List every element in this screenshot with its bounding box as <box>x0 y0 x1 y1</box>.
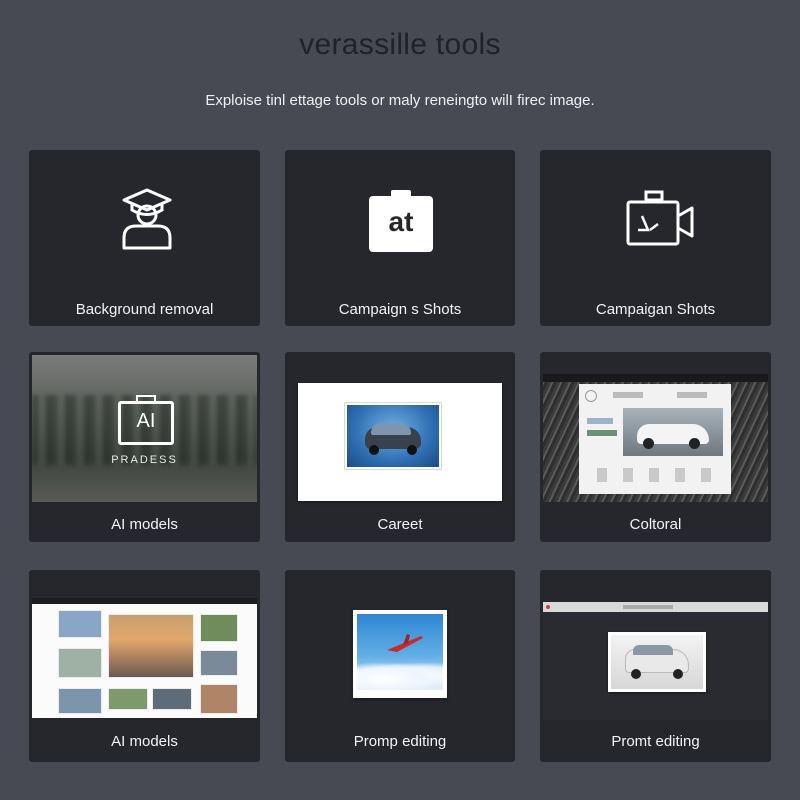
tool-card-campaigan-shots[interactable]: Campaigan Shots <box>540 150 771 326</box>
tool-card-label: Background removal <box>75 301 214 318</box>
ai-camera-icon: AI <box>118 395 174 445</box>
suv-photo-thumbnail <box>543 602 768 720</box>
tools-page: verassille tools Exploise tinl ettage to… <box>0 0 800 800</box>
person-graduate-icon <box>122 188 172 250</box>
ai-camera-icon-text: AI <box>136 410 156 432</box>
tool-card-promt-editing[interactable]: Promt editing <box>540 570 771 762</box>
tool-card-ai-models-gallery[interactable]: AI models <box>29 570 260 762</box>
tool-card-careet[interactable]: Careet <box>285 352 515 542</box>
tool-card-background-removal[interactable]: Background removal <box>29 150 260 326</box>
airplane-photo-thumbnail <box>353 610 447 698</box>
tool-card-promp-editing[interactable]: Promp editing <box>285 570 515 762</box>
tool-card-label: Campaign s Shots <box>338 301 462 318</box>
tool-card-label: Promp editing <box>353 733 447 750</box>
tool-card-label: Coltoral <box>629 516 682 533</box>
tool-card-label: AI models <box>111 516 178 533</box>
video-camera-icon <box>626 190 694 246</box>
photo-gallery-thumbnail <box>32 598 257 718</box>
tool-card-label: Campaigan Shots <box>595 301 716 318</box>
tool-card-label: Promt editing <box>611 733 700 750</box>
tools-grid: Background removal at Campaign s Shots C… <box>0 0 800 800</box>
tool-card-ai-models[interactable]: AI PRADESS AI models <box>29 352 260 542</box>
forest-thumbnail: AI PRADESS <box>32 355 257 502</box>
camera-icon-text: at <box>388 206 414 237</box>
car-editor-thumbnail <box>543 374 768 502</box>
car-photo-thumbnail <box>298 383 502 501</box>
thumbnail-caption: PRADESS <box>111 454 178 466</box>
tool-card-label: Careet <box>377 516 423 533</box>
tool-card-coltoral[interactable]: Coltoral <box>540 352 771 542</box>
tool-card-label: AI models <box>111 733 178 750</box>
airplane-icon <box>387 634 423 652</box>
camera-icon: at <box>369 190 433 252</box>
tool-card-campaign-shots[interactable]: at Campaign s Shots <box>285 150 515 326</box>
